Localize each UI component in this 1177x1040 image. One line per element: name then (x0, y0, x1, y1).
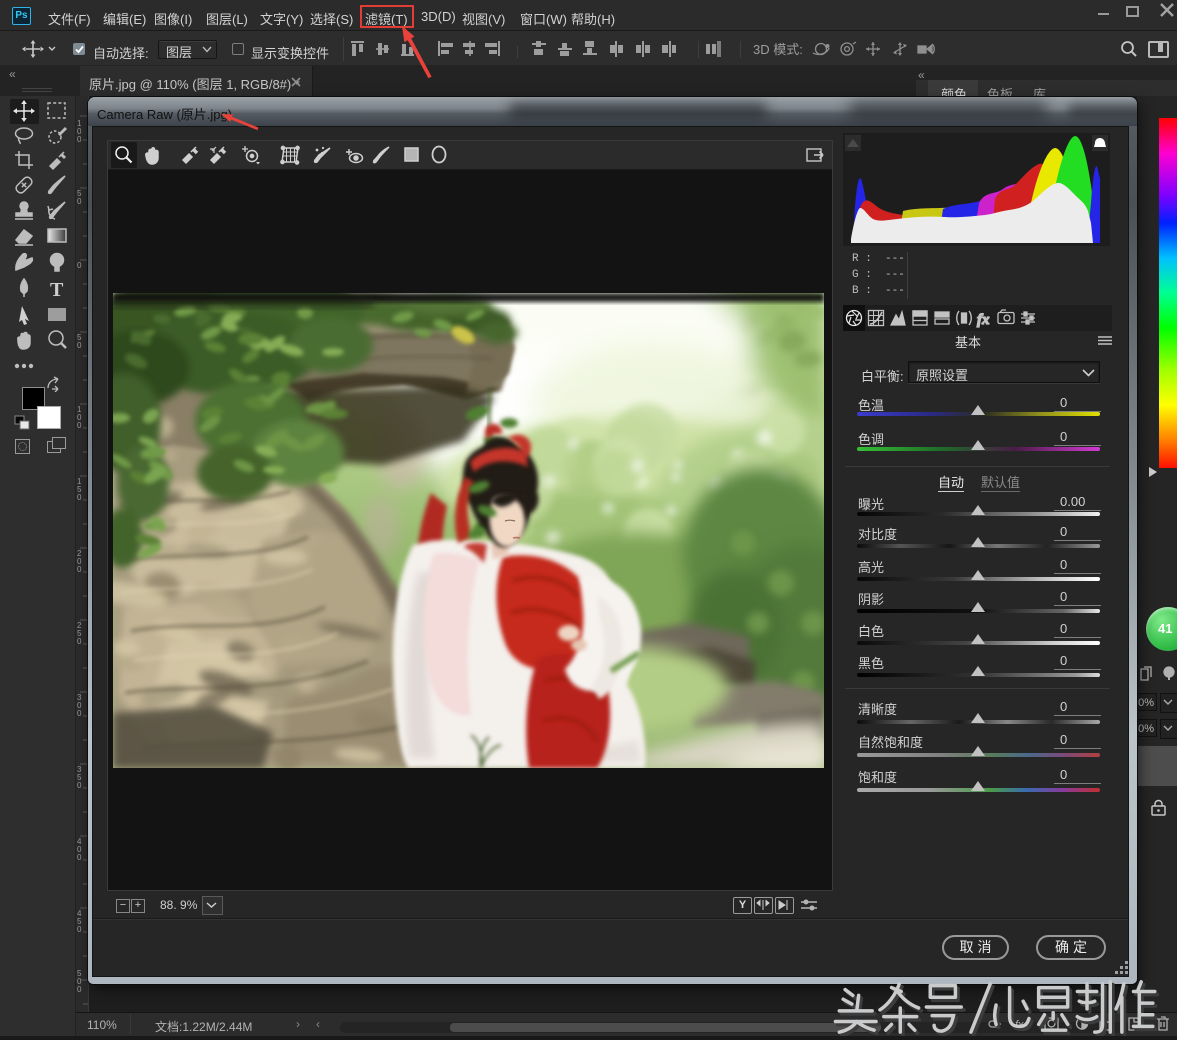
svg-text:0: 0 (77, 493, 82, 502)
svg-text:0: 0 (77, 421, 82, 430)
svg-text:0: 0 (77, 197, 82, 206)
svg-text:0: 0 (77, 709, 82, 718)
svg-text:0: 0 (77, 781, 82, 790)
svg-text:0: 0 (77, 261, 82, 270)
svg-text:0: 0 (77, 985, 82, 994)
svg-text:T: T (50, 279, 64, 301)
svg-text:3D 模式:: 3D 模式: (753, 42, 803, 57)
svg-text:0: 0 (77, 853, 82, 862)
svg-text:fx: fx (977, 312, 990, 328)
svg-text:0: 0 (77, 565, 82, 574)
svg-text:0: 0 (77, 637, 82, 646)
svg-text:0: 0 (77, 925, 82, 934)
svg-text:0: 0 (77, 341, 82, 350)
